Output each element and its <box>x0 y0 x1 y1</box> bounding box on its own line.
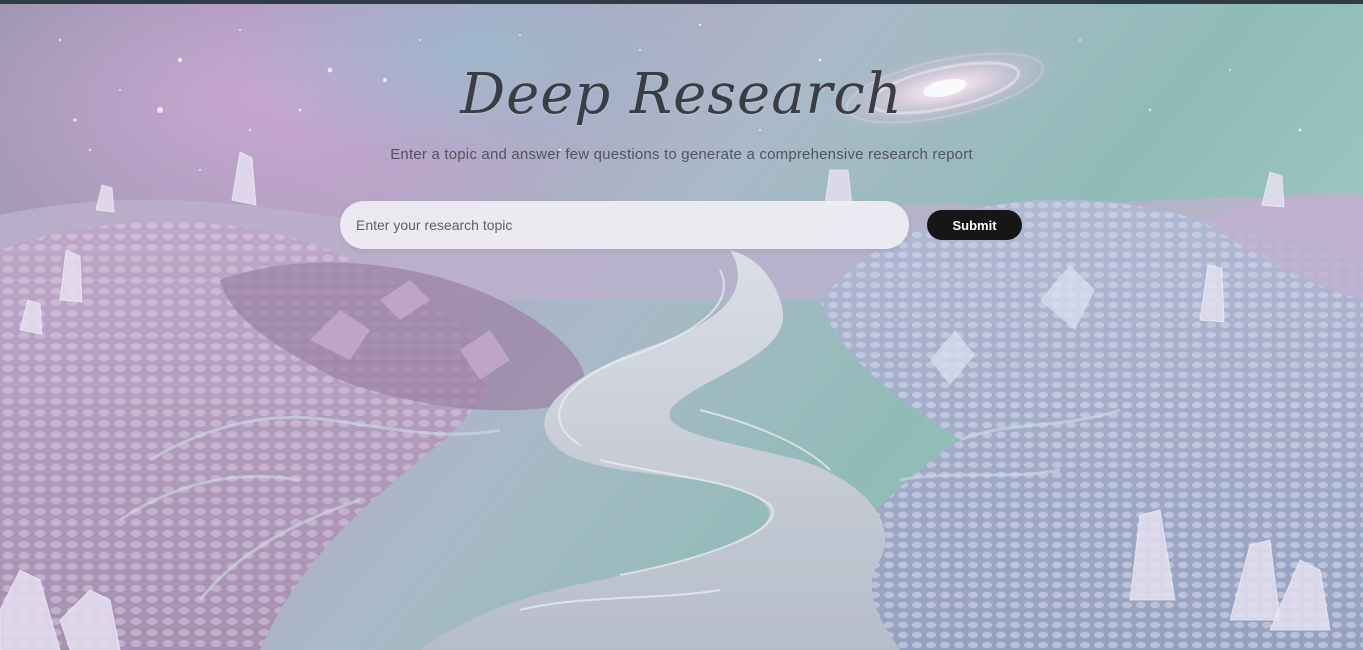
top-border <box>0 0 1363 4</box>
research-form: Submit <box>340 201 1030 249</box>
page-root: Deep Research Enter a topic and answer f… <box>0 0 1363 650</box>
page-title: Deep Research <box>460 62 903 127</box>
main-content: Deep Research Enter a topic and answer f… <box>0 0 1363 650</box>
submit-button[interactable]: Submit <box>927 210 1022 240</box>
page-subtitle: Enter a topic and answer few questions t… <box>390 146 973 163</box>
research-topic-input[interactable] <box>340 201 909 249</box>
